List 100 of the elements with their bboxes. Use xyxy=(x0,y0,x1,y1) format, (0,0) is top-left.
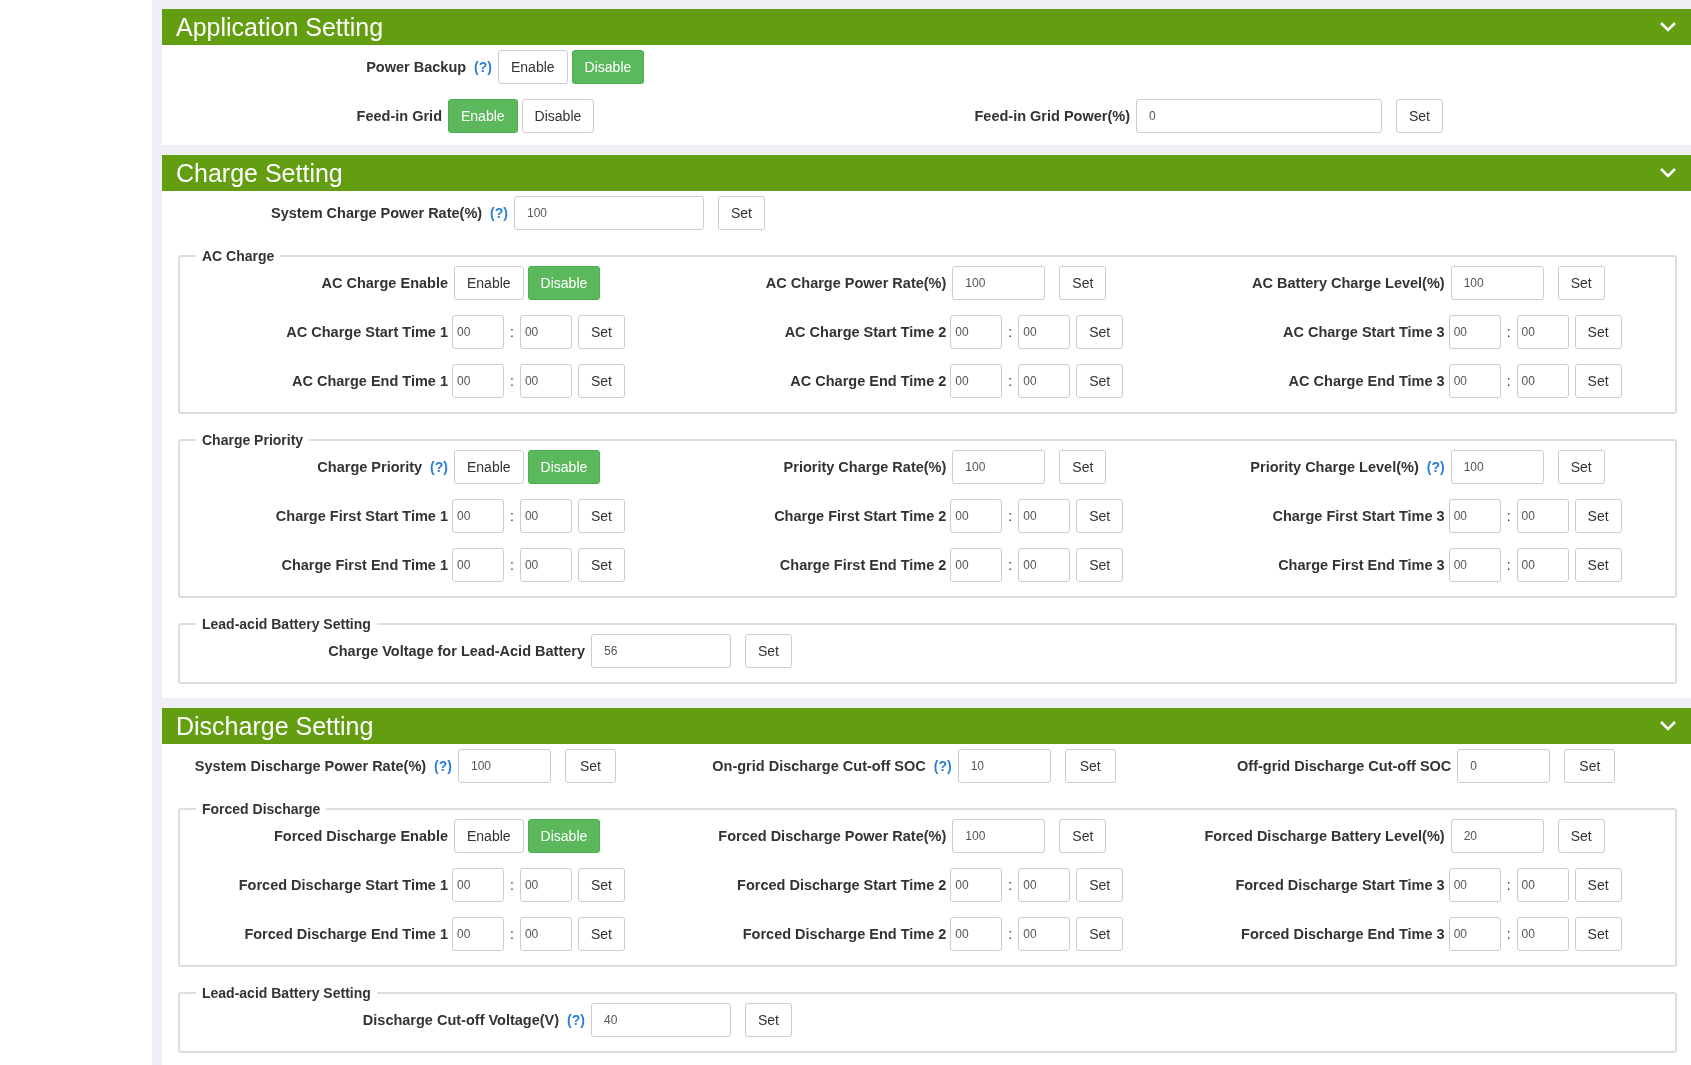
set-button[interactable]: Set xyxy=(577,868,625,902)
hour-field[interactable]: 00 xyxy=(452,315,504,349)
enable-button[interactable]: Enable xyxy=(454,450,524,484)
minute-field[interactable]: 00 xyxy=(1516,315,1569,349)
hour-field[interactable]: 00 xyxy=(452,917,504,951)
hour-field[interactable]: 00 xyxy=(950,548,1003,582)
time-separator: : xyxy=(509,324,515,340)
hour-field[interactable]: 00 xyxy=(1448,917,1501,951)
hour-field[interactable]: 00 xyxy=(452,364,504,398)
minute-field[interactable]: 00 xyxy=(1516,548,1569,582)
value-field[interactable]: 100 xyxy=(1450,450,1544,484)
hour-field[interactable]: 00 xyxy=(1448,315,1501,349)
value-field[interactable]: 56 xyxy=(591,634,731,668)
set-button[interactable]: Set xyxy=(1076,499,1124,533)
set-button[interactable]: Set xyxy=(1574,499,1622,533)
minute-field[interactable]: 00 xyxy=(1018,315,1071,349)
hour-field[interactable]: 00 xyxy=(1448,868,1501,902)
setting-label: Charge First Start Time 1 xyxy=(275,508,448,524)
set-button[interactable]: Set xyxy=(1064,749,1116,783)
minute-field[interactable]: 00 xyxy=(519,548,572,582)
minute-field[interactable]: 00 xyxy=(519,364,572,398)
chevron-down-icon[interactable] xyxy=(1659,720,1677,732)
minute-field[interactable]: 00 xyxy=(519,917,572,951)
set-button[interactable]: Set xyxy=(1059,819,1107,853)
minute-field[interactable]: 00 xyxy=(1516,917,1569,951)
set-button[interactable]: Set xyxy=(565,749,616,783)
value-field[interactable]: 100 xyxy=(952,450,1046,484)
set-button[interactable]: Set xyxy=(1059,450,1107,484)
set-button[interactable]: Set xyxy=(745,634,792,668)
value-field[interactable]: 100 xyxy=(458,749,551,783)
set-button[interactable]: Set xyxy=(1574,917,1622,951)
value-field[interactable]: 100 xyxy=(952,819,1046,853)
set-button[interactable]: Set xyxy=(1557,266,1605,300)
set-button[interactable]: Set xyxy=(1574,868,1622,902)
enable-button[interactable]: Enable xyxy=(454,266,524,300)
set-button[interactable]: Set xyxy=(577,548,625,582)
help-link[interactable]: (?) xyxy=(1426,459,1445,475)
set-button[interactable]: Set xyxy=(1076,868,1124,902)
hour-field[interactable]: 00 xyxy=(1448,548,1501,582)
minute-field[interactable]: 00 xyxy=(1018,548,1071,582)
hour-field[interactable]: 00 xyxy=(452,548,504,582)
value-field[interactable]: 100 xyxy=(514,196,704,230)
hour-field[interactable]: 00 xyxy=(452,868,504,902)
value-field[interactable]: 100 xyxy=(1450,266,1544,300)
set-button[interactable]: Set xyxy=(1574,315,1622,349)
set-button[interactable]: Set xyxy=(718,196,765,230)
set-button[interactable]: Set xyxy=(577,499,625,533)
set-button[interactable]: Set xyxy=(1574,364,1622,398)
set-button[interactable]: Set xyxy=(1564,749,1616,783)
minute-field[interactable]: 00 xyxy=(1018,868,1071,902)
set-button[interactable]: Set xyxy=(1076,315,1124,349)
value-field[interactable]: 0 xyxy=(1136,99,1382,133)
set-button[interactable]: Set xyxy=(1557,819,1605,853)
value-field[interactable]: 20 xyxy=(1450,819,1544,853)
chevron-down-icon[interactable] xyxy=(1659,21,1677,33)
set-button[interactable]: Set xyxy=(1557,450,1605,484)
help-link[interactable]: (?) xyxy=(567,1012,585,1028)
help-link[interactable]: (?) xyxy=(434,758,452,774)
hour-field[interactable]: 00 xyxy=(950,364,1003,398)
set-button[interactable]: Set xyxy=(1076,917,1124,951)
hour-field[interactable]: 00 xyxy=(452,499,504,533)
minute-field[interactable]: 00 xyxy=(1018,917,1071,951)
set-button[interactable]: Set xyxy=(577,315,625,349)
minute-field[interactable]: 00 xyxy=(519,499,572,533)
value-field[interactable]: 0 xyxy=(1457,749,1551,783)
minute-field[interactable]: 00 xyxy=(519,315,572,349)
set-button[interactable]: Set xyxy=(1396,99,1443,133)
hour-field[interactable]: 00 xyxy=(950,868,1003,902)
minute-field[interactable]: 00 xyxy=(1018,499,1071,533)
group-legend: Lead-acid Battery Setting xyxy=(196,985,377,1001)
set-button[interactable]: Set xyxy=(577,364,625,398)
set-button[interactable]: Set xyxy=(745,1003,792,1037)
hour-field[interactable]: 00 xyxy=(950,499,1003,533)
value-field[interactable]: 10 xyxy=(957,749,1051,783)
minute-field[interactable]: 00 xyxy=(519,868,572,902)
hour-field[interactable]: 00 xyxy=(1448,499,1501,533)
hour-field[interactable]: 00 xyxy=(1448,364,1501,398)
set-button[interactable]: Set xyxy=(1574,548,1622,582)
minute-field[interactable]: 00 xyxy=(1516,868,1569,902)
time-separator: : xyxy=(1007,324,1014,340)
disable-button[interactable]: Disable xyxy=(521,99,595,133)
minute-field[interactable]: 00 xyxy=(1516,364,1569,398)
help-link[interactable]: (?) xyxy=(474,59,492,75)
help-link[interactable]: (?) xyxy=(430,459,448,475)
set-button[interactable]: Set xyxy=(1059,266,1107,300)
value-field[interactable]: 40 xyxy=(591,1003,731,1037)
help-link[interactable]: (?) xyxy=(490,205,508,221)
help-link[interactable]: (?) xyxy=(933,758,952,774)
hour-field[interactable]: 00 xyxy=(950,917,1003,951)
enable-button[interactable]: Enable xyxy=(454,819,524,853)
minute-field[interactable]: 00 xyxy=(1516,499,1569,533)
value-field[interactable]: 100 xyxy=(952,266,1046,300)
chevron-down-icon[interactable] xyxy=(1659,167,1677,179)
enable-button[interactable]: Enable xyxy=(498,50,568,84)
hour-field[interactable]: 00 xyxy=(950,315,1003,349)
set-button[interactable]: Set xyxy=(1076,364,1124,398)
set-button[interactable]: Set xyxy=(577,917,625,951)
minute-field[interactable]: 00 xyxy=(1018,364,1071,398)
set-button[interactable]: Set xyxy=(1076,548,1124,582)
time-separator: : xyxy=(509,557,515,573)
